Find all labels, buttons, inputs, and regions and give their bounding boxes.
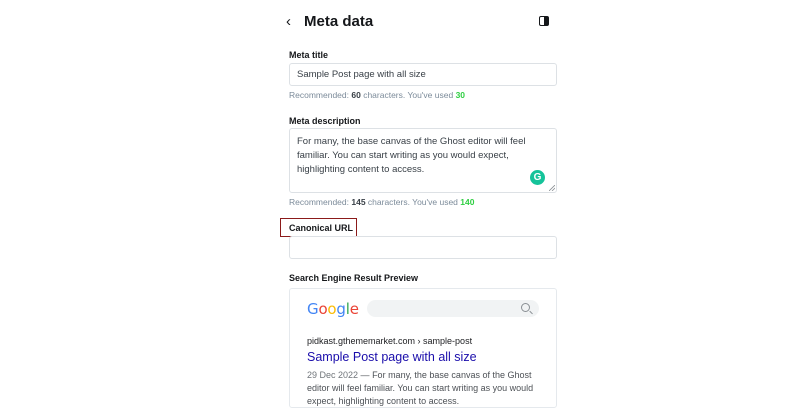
meta-title-input[interactable] [289, 63, 557, 86]
meta-description-text: For many, the base canvas of the Ghost e… [297, 136, 526, 175]
meta-description-label: Meta description [289, 116, 361, 126]
search-icon [521, 303, 530, 312]
serp-url: pidkast.gthememarket.com › sample-post [307, 336, 473, 346]
meta-description-hint: Recommended: 145 characters. You've used… [289, 197, 475, 207]
google-search-bar [367, 300, 539, 317]
sidebar-toggle-icon[interactable] [539, 16, 549, 26]
serp-description: 29 Dec 2022 — For many, the base canvas … [307, 370, 534, 406]
serp-title: Sample Post page with all size [307, 350, 477, 364]
meta-description-textarea[interactable]: For many, the base canvas of the Ghost e… [289, 128, 557, 193]
google-logo: Google [307, 300, 359, 318]
meta-title-label: Meta title [289, 50, 329, 60]
canonical-url-label: Canonical URL [289, 223, 354, 233]
resize-grip-icon[interactable] [549, 185, 555, 191]
serp-preview-card: Google pidkast.gthememarket.com › sample… [289, 288, 557, 408]
page-title: Meta data [304, 13, 374, 30]
canonical-url-input[interactable] [289, 236, 557, 259]
grammarly-icon[interactable]: G [530, 170, 545, 185]
back-chevron-icon[interactable]: ‹ [286, 13, 300, 31]
serp-preview-label: Search Engine Result Preview [289, 273, 419, 283]
meta-title-hint: Recommended: 60 characters. You've used … [289, 90, 466, 100]
